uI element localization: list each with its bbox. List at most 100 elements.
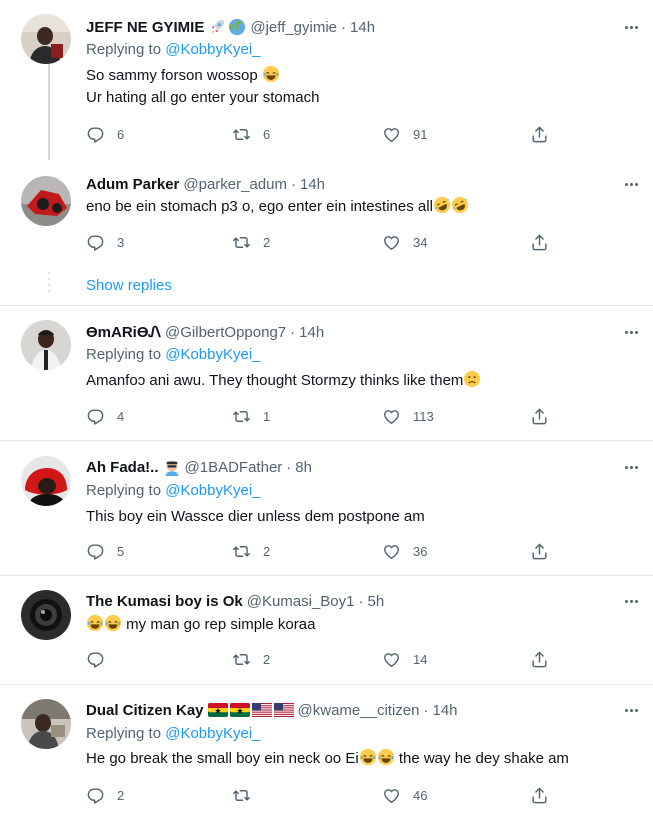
user-handle[interactable]: @jeff_gyimie bbox=[250, 19, 337, 36]
ghana-flag-icon bbox=[230, 703, 250, 717]
more-icon[interactable] bbox=[620, 700, 642, 720]
timestamp[interactable]: 14h bbox=[350, 19, 375, 36]
like-icon bbox=[382, 233, 401, 252]
retweet-button[interactable]: 2 bbox=[232, 648, 270, 670]
retweet-count: 6 bbox=[263, 126, 271, 142]
mention-link[interactable]: @KobbyKyei_ bbox=[165, 346, 260, 363]
like-button[interactable]: 46 bbox=[382, 784, 427, 806]
retweet-button[interactable]: 2 bbox=[232, 231, 270, 253]
display-name[interactable]: ӨmARiӨᏁ bbox=[86, 324, 161, 341]
user-handle[interactable]: @kwame__citizen bbox=[298, 702, 420, 719]
name-badges bbox=[208, 703, 294, 717]
tweet-actions: 5 2 36 bbox=[82, 540, 562, 562]
display-name[interactable]: The Kumasi boy is Ok bbox=[86, 593, 243, 610]
timestamp[interactable]: 14h bbox=[432, 702, 457, 719]
replying-to: Replying to @KobbyKyei_ bbox=[86, 346, 261, 363]
separator: · bbox=[341, 18, 347, 36]
like-button[interactable]: 14 bbox=[382, 648, 427, 670]
retweet-button[interactable]: 2 bbox=[232, 540, 270, 562]
replying-to: Replying to @KobbyKyei_ bbox=[86, 41, 261, 58]
avatar[interactable] bbox=[21, 590, 71, 640]
tweet-text: my man go rep simple koraa bbox=[86, 614, 315, 636]
share-button[interactable] bbox=[530, 784, 549, 806]
like-icon bbox=[382, 407, 401, 426]
tweet-text-line: So sammy forson wossop bbox=[86, 67, 258, 84]
show-replies-link[interactable]: Show replies bbox=[86, 277, 172, 294]
reply-button[interactable]: 3 bbox=[86, 231, 124, 253]
like-button[interactable]: 113 bbox=[382, 405, 434, 427]
like-count: 14 bbox=[413, 651, 428, 667]
divider bbox=[0, 440, 653, 441]
mention-link[interactable]: @KobbyKyei_ bbox=[165, 482, 260, 499]
mention-link[interactable]: @KobbyKyei_ bbox=[165, 41, 260, 58]
avatar[interactable] bbox=[21, 320, 71, 370]
like-button[interactable]: 91 bbox=[382, 123, 427, 145]
avatar[interactable] bbox=[21, 456, 71, 506]
share-icon bbox=[530, 233, 549, 252]
tweet-text-line: Ur hating all go enter your stomach bbox=[86, 89, 320, 106]
more-icon[interactable] bbox=[620, 174, 642, 194]
tweet-text-line: Amanfoɔ ani awu. They thought Stormzy th… bbox=[86, 372, 464, 389]
user-handle[interactable]: @Kumasi_Boy1 bbox=[247, 593, 355, 610]
laughing-emoji bbox=[104, 614, 122, 632]
mention-link[interactable]: @KobbyKyei_ bbox=[165, 725, 260, 742]
name-badges bbox=[208, 18, 246, 36]
rofl-emoji bbox=[433, 196, 451, 214]
reply-thread: JEFF NE GYIMIE @jeff_gyimie · 14h Replyi… bbox=[0, 0, 653, 818]
like-button[interactable]: 36 bbox=[382, 540, 427, 562]
reply-button[interactable]: 4 bbox=[86, 405, 124, 427]
display-name[interactable]: JEFF NE GYIMIE bbox=[86, 19, 204, 36]
share-button[interactable] bbox=[530, 648, 549, 670]
name-badges bbox=[163, 458, 181, 476]
tweet-header: JEFF NE GYIMIE @jeff_gyimie · 14h bbox=[86, 17, 375, 37]
user-handle[interactable]: @1BADFather bbox=[185, 459, 283, 476]
more-icon[interactable] bbox=[620, 591, 642, 611]
rofl-emoji bbox=[451, 196, 469, 214]
rocket-emoji bbox=[208, 18, 226, 36]
share-button[interactable] bbox=[530, 540, 549, 562]
reply-button[interactable] bbox=[86, 648, 117, 670]
reply-icon bbox=[86, 542, 105, 561]
avatar[interactable] bbox=[21, 14, 71, 64]
retweet-button[interactable]: 6 bbox=[232, 123, 270, 145]
reply-count: 3 bbox=[117, 234, 125, 250]
more-icon[interactable] bbox=[620, 322, 642, 342]
avatar[interactable] bbox=[21, 699, 71, 749]
display-name[interactable]: Ah Fada!.. bbox=[86, 459, 159, 476]
reply-button[interactable]: 2 bbox=[86, 784, 124, 806]
reply-count: 5 bbox=[117, 543, 125, 559]
avatar[interactable] bbox=[21, 176, 71, 226]
timestamp[interactable]: 14h bbox=[300, 176, 325, 193]
reply-icon bbox=[86, 407, 105, 426]
retweet-icon bbox=[232, 233, 251, 252]
tweet-header: Ah Fada!.. @1BADFather · 8h bbox=[86, 457, 312, 477]
separator: · bbox=[290, 175, 296, 193]
timestamp[interactable]: 5h bbox=[368, 593, 385, 610]
timestamp[interactable]: 14h bbox=[299, 324, 324, 341]
separator: · bbox=[286, 458, 292, 476]
user-handle[interactable]: @GilbertOppong7 bbox=[165, 324, 286, 341]
share-icon bbox=[530, 407, 549, 426]
replying-to: Replying to @KobbyKyei_ bbox=[86, 482, 261, 499]
tweet-text-line: He go break the small boy ein neck oo Ei bbox=[86, 750, 359, 767]
more-icon[interactable] bbox=[620, 17, 642, 37]
thread-dots bbox=[47, 272, 51, 296]
separator: · bbox=[423, 701, 429, 719]
display-name[interactable]: Adum Parker bbox=[86, 176, 179, 193]
timestamp[interactable]: 8h bbox=[295, 459, 312, 476]
divider bbox=[0, 575, 653, 576]
share-button[interactable] bbox=[530, 405, 549, 427]
retweet-button[interactable] bbox=[232, 784, 263, 806]
tweet-text-line: This boy ein Wassce dier unless dem post… bbox=[86, 508, 425, 525]
retweet-icon bbox=[232, 650, 251, 669]
man-emoji bbox=[163, 458, 181, 476]
share-button[interactable] bbox=[530, 231, 549, 253]
reply-button[interactable]: 6 bbox=[86, 123, 124, 145]
display-name[interactable]: Dual Citizen Kay bbox=[86, 702, 204, 719]
like-button[interactable]: 34 bbox=[382, 231, 427, 253]
retweet-button[interactable]: 1 bbox=[232, 405, 270, 427]
share-button[interactable] bbox=[530, 123, 549, 145]
more-icon[interactable] bbox=[620, 457, 642, 477]
reply-button[interactable]: 5 bbox=[86, 540, 124, 562]
user-handle[interactable]: @parker_adum bbox=[183, 176, 287, 193]
